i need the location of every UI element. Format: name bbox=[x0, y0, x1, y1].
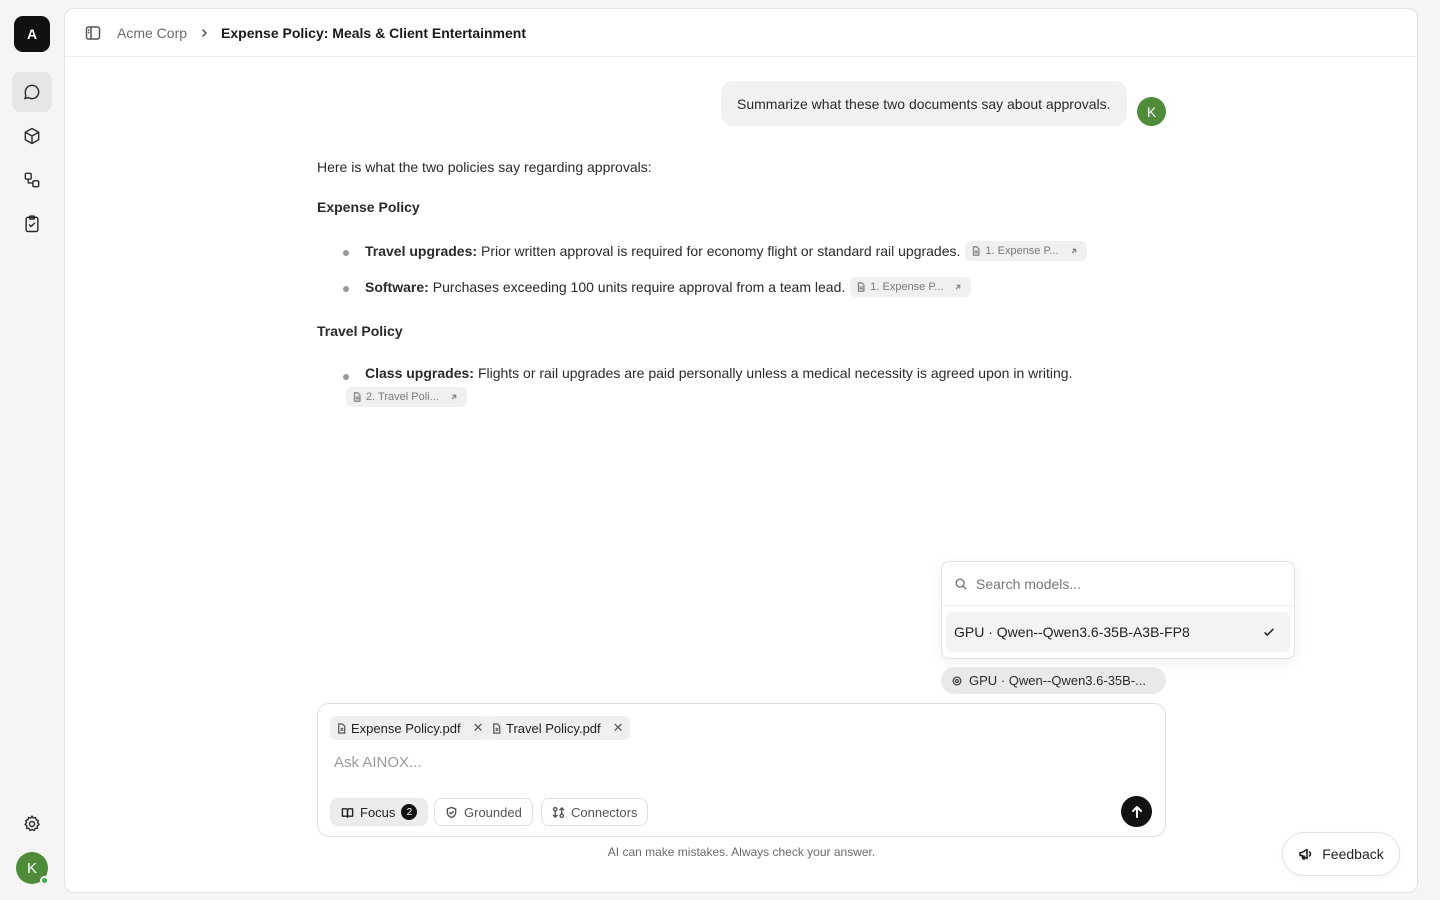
cube-icon bbox=[24, 127, 40, 145]
list-item: Travel upgrades: Prior written approval … bbox=[365, 241, 1087, 261]
attachment-name: Travel Policy.pdf bbox=[506, 720, 601, 736]
model-option[interactable]: GPU · Qwen--Qwen3.6-35B-A3B-FP8 bbox=[946, 612, 1290, 652]
chevron-right-icon bbox=[199, 28, 209, 38]
model-dropdown: GPU · Qwen--Qwen3.6-35B-A3B-FP8 bbox=[941, 561, 1295, 659]
item-label: Software: bbox=[365, 279, 429, 295]
section-heading: Travel Policy bbox=[317, 323, 403, 339]
breadcrumb-current: Expense Policy: Meals & Client Entertain… bbox=[221, 24, 527, 41]
citation-chip[interactable]: 1. Expense P... bbox=[850, 277, 972, 297]
list-item: Software: Purchases exceeding 100 units … bbox=[365, 277, 972, 297]
grounded-button[interactable]: Grounded bbox=[434, 798, 533, 826]
gear-icon bbox=[24, 815, 40, 832]
external-link-icon bbox=[451, 394, 457, 400]
model-search-input[interactable] bbox=[976, 575, 1266, 592]
rail-tasks-button[interactable] bbox=[12, 204, 52, 244]
connectors-icon bbox=[552, 806, 565, 818]
list-bullet bbox=[343, 250, 349, 256]
remove-attachment-icon[interactable]: ✕ bbox=[473, 720, 484, 736]
message-user-avatar: K bbox=[1137, 97, 1166, 126]
user-message-bubble: Summarize what these two documents say a… bbox=[721, 81, 1127, 126]
rail-settings-button[interactable] bbox=[12, 804, 52, 844]
item-text: Flights or rail upgrades are paid person… bbox=[477, 365, 1073, 381]
online-status-dot bbox=[40, 876, 49, 885]
model-selector-label: GPU · Qwen--Qwen3.6-35B-... bbox=[969, 673, 1146, 688]
connectors-label: Connectors bbox=[571, 804, 638, 820]
top-bar: Acme Corp Expense Policy: Meals & Client… bbox=[65, 9, 1417, 57]
check-icon bbox=[1264, 628, 1274, 637]
external-link-icon bbox=[956, 284, 961, 290]
send-button[interactable] bbox=[1121, 796, 1152, 827]
feedback-label: Feedback bbox=[1322, 846, 1384, 862]
composer: Expense Policy.pdf ✕ Travel Policy.pdf ✕… bbox=[317, 703, 1166, 837]
citation-row: 2. Travel Poli... bbox=[341, 387, 467, 407]
arrow-up-icon bbox=[1131, 805, 1142, 818]
chip-cpu-icon bbox=[952, 676, 962, 685]
workflow-icon bbox=[24, 172, 40, 188]
document-icon bbox=[338, 722, 346, 734]
sidebar-toggle-icon[interactable] bbox=[85, 25, 101, 41]
item-text: Purchases exceeding 100 units require ap… bbox=[432, 279, 846, 295]
connectors-button[interactable]: Connectors bbox=[541, 798, 649, 826]
document-icon bbox=[858, 282, 865, 292]
citation-label: 1. Expense P... bbox=[985, 245, 1059, 257]
main-panel: Acme Corp Expense Policy: Meals & Client… bbox=[64, 8, 1418, 893]
disclaimer-text: AI can make mistakes. Always check your … bbox=[607, 845, 876, 859]
attachment-chip: Travel Policy.pdf ✕ bbox=[485, 716, 630, 740]
document-icon bbox=[353, 392, 361, 402]
model-option-label: GPU · Qwen--Qwen3.6-35B-A3B-FP8 bbox=[954, 624, 1190, 640]
grounded-label: Grounded bbox=[464, 804, 522, 820]
section-heading: Expense Policy bbox=[317, 199, 420, 215]
item-label: Class upgrades: bbox=[365, 365, 474, 381]
chat-input[interactable] bbox=[334, 754, 1034, 771]
attachment-name: Expense Policy.pdf bbox=[351, 720, 461, 736]
item-text: Prior written approval is required for e… bbox=[481, 243, 961, 259]
book-open-icon bbox=[341, 807, 354, 818]
focus-count-badge: 2 bbox=[401, 804, 418, 820]
focus-button[interactable]: Focus 2 bbox=[330, 798, 429, 826]
citation-label: 2. Travel Poli... bbox=[366, 391, 439, 403]
list-bullet bbox=[343, 374, 349, 380]
document-icon bbox=[493, 722, 501, 734]
external-link-icon bbox=[1071, 248, 1076, 254]
rail-workflows-button[interactable] bbox=[12, 160, 52, 200]
breadcrumb-root[interactable]: Acme Corp bbox=[117, 25, 187, 41]
focus-label: Focus bbox=[360, 804, 396, 820]
list-item: Class upgrades: Flights or rail upgrades… bbox=[365, 365, 1072, 381]
rail-models-button[interactable] bbox=[12, 116, 52, 156]
model-search-row bbox=[942, 562, 1294, 606]
clipboard-check-icon bbox=[25, 215, 39, 233]
search-icon bbox=[955, 577, 967, 590]
item-label: Travel upgrades: bbox=[365, 243, 478, 259]
feedback-button[interactable]: Feedback bbox=[1282, 832, 1400, 876]
attachment-chip: Expense Policy.pdf ✕ bbox=[330, 716, 490, 740]
assistant-intro: Here is what the two policies say regard… bbox=[317, 159, 652, 175]
citation-label: 1. Expense P... bbox=[870, 281, 944, 293]
model-selector-chip[interactable]: GPU · Qwen--Qwen3.6-35B-... bbox=[941, 667, 1166, 694]
shield-check-icon bbox=[446, 806, 457, 818]
rail-chat-button[interactable] bbox=[12, 72, 52, 112]
workspace-logo[interactable]: A bbox=[14, 16, 50, 52]
document-icon bbox=[973, 246, 980, 256]
list-bullet bbox=[343, 286, 349, 292]
left-rail: A K bbox=[0, 0, 64, 900]
megaphone-icon bbox=[1299, 848, 1312, 860]
chat-bubble-icon bbox=[24, 84, 40, 100]
citation-chip[interactable]: 2. Travel Poli... bbox=[346, 387, 467, 407]
remove-attachment-icon[interactable]: ✕ bbox=[613, 720, 624, 736]
citation-chip[interactable]: 1. Expense P... bbox=[965, 241, 1087, 261]
